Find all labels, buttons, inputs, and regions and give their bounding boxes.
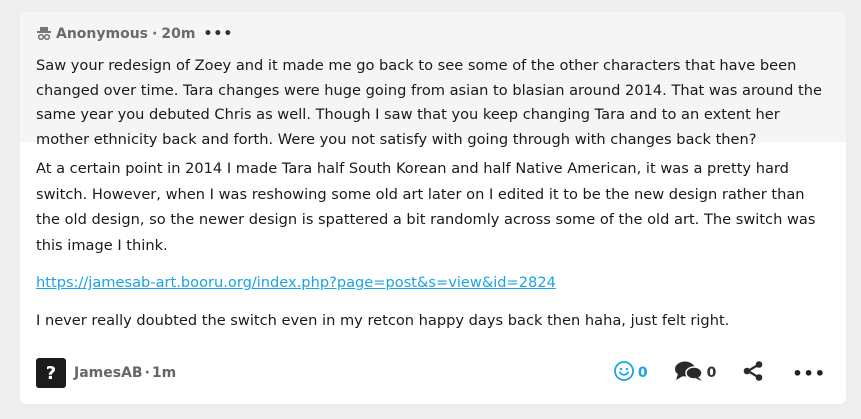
avatar[interactable]: ? [36, 358, 66, 388]
avatar-glyph: ? [45, 362, 57, 384]
smile-button[interactable]: 0 [613, 360, 648, 386]
question-author: Anonymous [56, 26, 149, 42]
more-dots-icon[interactable]: ••• [203, 26, 233, 42]
share-button[interactable] [742, 360, 764, 386]
separator: · [144, 365, 150, 381]
answer-footer: ? JamesAB · 1m 0 0 ••• [36, 357, 830, 389]
share-icon [742, 360, 764, 386]
comments-icon [674, 360, 704, 386]
comments-count: 0 [706, 365, 717, 381]
comments-button[interactable]: 0 [674, 360, 717, 386]
answer-card: Anonymous · 20m ••• Saw your redesign of… [20, 12, 846, 404]
question-text: Saw your redesign of Zoey and it made me… [36, 57, 822, 148]
answer-outro: I never really doubted the switch even i… [36, 312, 730, 329]
answer-time: 1m [151, 365, 177, 381]
answer-text: At a certain point in 2014 I made Tara h… [36, 160, 816, 254]
answer-link[interactable]: https://jamesab-art.booru.org/index.php?… [36, 271, 830, 295]
anonymous-incognito-icon [36, 26, 52, 42]
action-bar: 0 0 ••• [587, 360, 830, 386]
smiles-count: 0 [637, 365, 648, 381]
answer-author[interactable]: JamesAB [74, 365, 143, 381]
question-block: Anonymous · 20m ••• Saw your redesign of… [20, 12, 846, 148]
more-options-icon[interactable]: ••• [792, 364, 826, 383]
smile-icon [613, 360, 635, 386]
question-time: 20m [161, 26, 196, 42]
separator: · [152, 26, 158, 42]
question-header: Anonymous · 20m ••• [36, 24, 830, 44]
answer-block: At a certain point in 2014 I made Tara h… [20, 142, 846, 333]
